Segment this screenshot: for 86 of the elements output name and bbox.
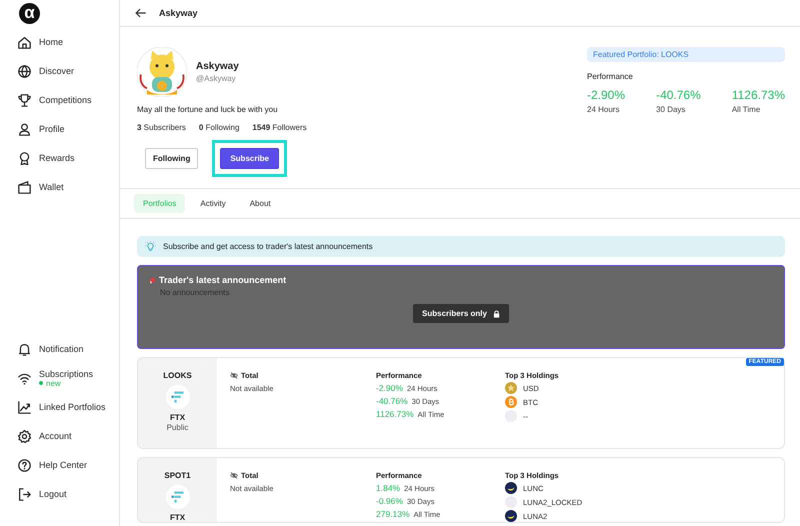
profile-handle: @Askyway (196, 74, 237, 83)
coin-star-icon (505, 382, 517, 394)
nav-item[interactable]: Wallet (0, 177, 119, 197)
announcement-title: Trader's latest announcement (159, 275, 286, 285)
nav-label: Help Center (39, 460, 88, 470)
award-icon (18, 152, 31, 164)
settings-icon (18, 430, 31, 442)
lock-icon (492, 310, 500, 318)
visibility-label: Public (166, 423, 188, 432)
hidden-eye-icon (230, 372, 238, 379)
crescent-coin-icon (505, 482, 517, 494)
subscribers-only-button[interactable]: Subscribers only (413, 304, 509, 323)
nav-item[interactable]: Rewards (0, 148, 119, 168)
metric-label: 24 Hours (587, 105, 620, 114)
logout-icon (18, 488, 31, 500)
nav-item[interactable]: Linked Portfolios (0, 397, 119, 417)
tab[interactable]: About (240, 194, 280, 213)
logo[interactable]: α (19, 3, 40, 24)
nav-item[interactable]: Account (0, 426, 119, 446)
performance-value: -40.76% (376, 396, 408, 406)
stat-text: 0 Following (198, 123, 240, 132)
wifi-icon (18, 372, 31, 384)
line-chart-icon (18, 400, 31, 414)
nav-label: Subscriptions (39, 368, 94, 378)
featured-portfolio-label: Featured Portfolio: LOOKS (587, 47, 785, 62)
exchange-name: FTX (170, 513, 186, 522)
metric-value: -40.76% (656, 88, 701, 102)
back-arrow-icon (135, 8, 146, 18)
performance-label: Performance (587, 72, 634, 81)
crescent-coin-icon (505, 510, 517, 522)
nav-label: Wallet (39, 182, 64, 192)
person-icon (18, 122, 31, 136)
bell-icon (18, 342, 31, 356)
nav-item[interactable]: Help Center (0, 455, 119, 475)
portfolio-name: SPOT1 (164, 471, 191, 480)
metric-label: 30 Days (656, 105, 686, 114)
profile-bio: May all the fortune and luck be with you (137, 105, 279, 114)
trophy-icon (18, 94, 31, 106)
following-button[interactable]: Following (145, 148, 198, 169)
nav-item[interactable]: Logout (0, 484, 119, 504)
metric-value: -2.90% (587, 88, 626, 102)
nav-item[interactable]: Subscriptions new (0, 368, 119, 388)
badge-text: new (46, 378, 61, 388)
tab[interactable]: Activity (191, 194, 235, 213)
nav-label: Discover (39, 66, 74, 76)
nav-label: Home (39, 37, 64, 47)
empty-message: No announcements (160, 288, 230, 297)
wallet-icon (18, 180, 31, 194)
performance-value: 1126.73% (376, 409, 414, 419)
nav-item[interactable]: Discover (0, 61, 119, 81)
status-dot (39, 381, 43, 385)
nav-label: Linked Portfolios (39, 402, 106, 412)
performance-value: -0.96% (376, 496, 403, 506)
nav-item[interactable]: Home (0, 32, 119, 52)
subscribe-button[interactable]: Subscribe (220, 148, 280, 169)
metric-value: 1126.73% (732, 88, 785, 102)
page-title: Askyway (159, 8, 198, 18)
avatar-drawing (137, 47, 187, 97)
nav-item[interactable]: Notification (0, 339, 119, 359)
nav-label: Logout (39, 489, 67, 499)
stat-text: 3 Subscribers (137, 123, 186, 132)
hidden-eye-icon (230, 472, 238, 479)
nav-item[interactable]: Profile (0, 119, 119, 139)
nav-label: Notification (39, 344, 84, 354)
help-icon (18, 458, 31, 472)
performance-value: 279.13% (376, 509, 410, 519)
nav-label: Competitions (39, 95, 92, 105)
portfolio-name: LOOKS (163, 371, 192, 380)
home-icon (18, 36, 31, 48)
nav-label: Account (39, 431, 72, 441)
exchange-name: FTX (170, 413, 186, 422)
megaphone-icon (148, 276, 156, 284)
profile-name: Askyway (196, 61, 239, 72)
bitcoin-coin-icon (505, 396, 517, 408)
notice-text: Subscribe and get access to trader's latest announcements (163, 242, 373, 251)
exchange-logo-icon (166, 385, 190, 409)
globe-icon (18, 64, 31, 78)
performance-value: 1.84% (376, 483, 400, 493)
metric-label: All Time (732, 105, 762, 114)
nav-label: Rewards (39, 153, 75, 163)
nav-item[interactable]: Competitions (0, 90, 119, 110)
lightbulb-icon (145, 241, 156, 252)
nav-label: Profile (39, 124, 65, 134)
stat-text: 1549 Followers (252, 123, 307, 132)
exchange-logo-icon (166, 485, 190, 509)
performance-value: -2.90% (376, 383, 403, 393)
